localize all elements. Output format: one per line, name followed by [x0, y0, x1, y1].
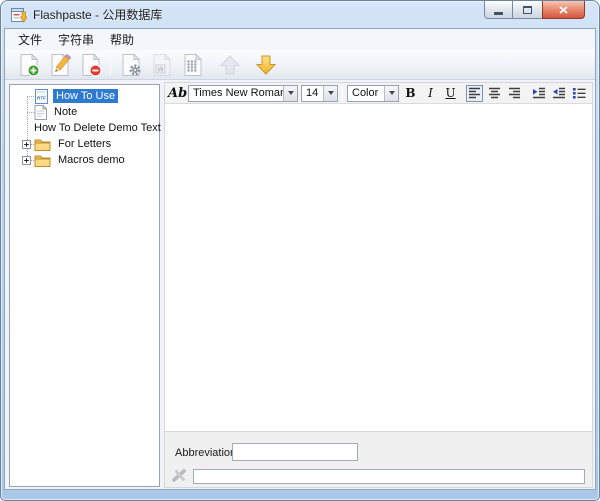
- move-up-button: [215, 51, 244, 78]
- client-area: 文件 字符串 帮助: [4, 28, 596, 490]
- tree-item-how-to-delete[interactable]: RTF How To Delete Demo Text: [10, 120, 159, 136]
- word-document-button: W: [147, 51, 176, 78]
- abbreviation-input[interactable]: [232, 443, 358, 461]
- italic-button[interactable]: I: [422, 85, 439, 102]
- content: RTF How To Use Note: [5, 81, 595, 489]
- align-center-button[interactable]: [486, 85, 503, 102]
- tree-item-note[interactable]: Note: [10, 104, 159, 120]
- tree-item-for-letters[interactable]: For Letters: [10, 136, 159, 152]
- app-icon: [10, 7, 27, 23]
- document-add-icon: [16, 52, 42, 78]
- folder-icon: [34, 154, 51, 167]
- text-document-icon: [34, 105, 47, 120]
- menu-strings[interactable]: 字符串: [50, 29, 102, 50]
- toolbar-separator: [110, 54, 111, 76]
- align-center-icon: [488, 87, 501, 99]
- arrow-up-icon: [218, 53, 242, 77]
- bullet-list-icon: [572, 87, 586, 99]
- align-right-button[interactable]: [506, 85, 523, 102]
- string-tree: RTF How To Use Note: [10, 88, 159, 168]
- string-settings-button[interactable]: [116, 51, 145, 78]
- align-left-button[interactable]: [466, 85, 483, 102]
- abbreviation-label: Abbreviation:: [175, 447, 239, 459]
- window-title: Flashpaste - 公用数据库: [33, 6, 162, 23]
- tree-connector: [27, 96, 34, 97]
- decrease-indent-icon: [552, 87, 566, 99]
- font-family-value: Times New Roman: [189, 87, 283, 99]
- tree-item-label: For Letters: [55, 137, 114, 151]
- chevron-down-icon: [384, 86, 398, 101]
- chevron-down-icon: [323, 86, 337, 101]
- document-word-icon: W: [149, 52, 175, 78]
- window-controls: [484, 1, 585, 19]
- document-gear-icon: [118, 52, 144, 78]
- app-window: Flashpaste - 公用数据库 文件 字符串 帮助: [0, 0, 600, 501]
- maximize-icon: [523, 6, 532, 14]
- decrease-indent-button[interactable]: [550, 85, 567, 102]
- font-size-value: 14: [302, 87, 323, 99]
- menu-help[interactable]: 帮助: [102, 29, 142, 50]
- increase-indent-icon: [532, 87, 546, 99]
- document-edit-icon: [47, 52, 73, 78]
- minimize-icon: [494, 12, 503, 15]
- tree-item-label: Note: [51, 105, 80, 119]
- chevron-down-icon: [283, 86, 297, 101]
- folder-icon: [34, 138, 51, 151]
- document-delete-icon: [78, 52, 104, 78]
- format-toolbar: Ab Times New Roman 14 Color B: [165, 83, 592, 104]
- bold-button[interactable]: B: [402, 85, 419, 102]
- move-down-button[interactable]: [251, 51, 280, 78]
- macros-document-button[interactable]: [178, 51, 207, 78]
- tree-connector: [27, 112, 34, 113]
- font-family-select[interactable]: Times New Roman: [188, 85, 298, 102]
- increase-indent-button[interactable]: [530, 85, 547, 102]
- minimize-button[interactable]: [484, 1, 513, 19]
- tree-item-label: How To Use: [53, 89, 118, 103]
- tree-item-label: Macros demo: [55, 153, 128, 167]
- tree-item-macros-demo[interactable]: Macros demo: [10, 152, 159, 168]
- align-left-icon: [468, 87, 481, 99]
- rtf-document-icon: RTF: [34, 89, 49, 104]
- close-button[interactable]: [542, 1, 585, 19]
- color-value: Color: [348, 87, 384, 99]
- format-separator: [342, 85, 343, 101]
- maximize-button[interactable]: [513, 1, 542, 19]
- shortcut-input[interactable]: [193, 469, 585, 484]
- expand-icon[interactable]: [22, 156, 31, 165]
- add-string-button[interactable]: [14, 51, 43, 78]
- main-toolbar: W: [5, 50, 595, 80]
- titlebar: Flashpaste - 公用数据库: [1, 1, 599, 28]
- arrow-down-icon: [254, 53, 278, 77]
- align-right-icon: [508, 87, 521, 99]
- svg-text:RTF: RTF: [37, 95, 46, 100]
- string-tree-panel[interactable]: RTF How To Use Note: [9, 84, 160, 487]
- edit-string-button[interactable]: [45, 51, 74, 78]
- svg-text:W: W: [157, 66, 164, 73]
- delete-string-button[interactable]: [76, 51, 105, 78]
- tree-item-how-to-use[interactable]: RTF How To Use: [10, 88, 159, 104]
- wrench-icon: [171, 467, 189, 486]
- close-icon: [559, 6, 568, 14]
- footer-panel: Abbreviation:: [165, 431, 592, 487]
- menu-file[interactable]: 文件: [10, 29, 50, 50]
- document-macros-icon: [180, 52, 206, 78]
- menubar: 文件 字符串 帮助: [5, 29, 595, 50]
- font-style-icon: Ab: [168, 87, 185, 100]
- editor-panel: Ab Times New Roman 14 Color B: [164, 82, 593, 488]
- underline-button[interactable]: U: [442, 85, 459, 102]
- tree-item-label: How To Delete Demo Text: [31, 121, 164, 135]
- expand-icon[interactable]: [22, 140, 31, 149]
- rich-text-editor[interactable]: [165, 104, 592, 431]
- bullet-list-button[interactable]: [570, 85, 587, 102]
- color-select[interactable]: Color: [347, 85, 399, 102]
- font-size-select[interactable]: 14: [301, 85, 338, 102]
